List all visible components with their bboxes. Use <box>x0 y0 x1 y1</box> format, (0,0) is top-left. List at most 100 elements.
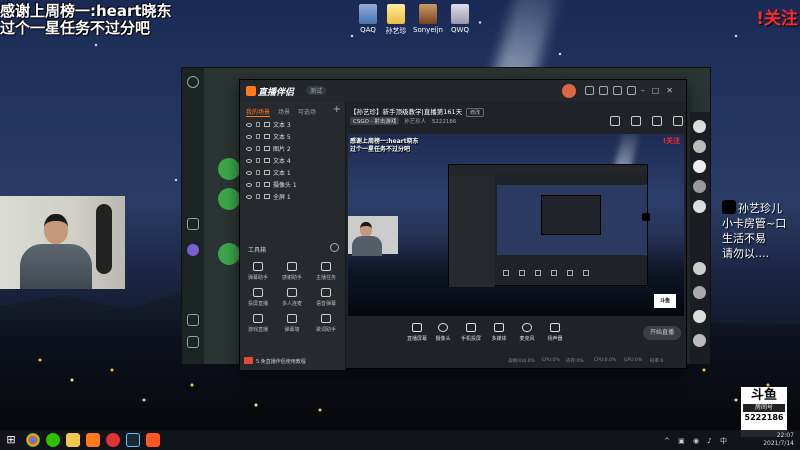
netease-icon[interactable] <box>106 433 120 447</box>
settings-icon[interactable] <box>673 116 683 126</box>
add-source-button[interactable]: + <box>333 104 341 115</box>
window-controls[interactable]: –□✕ <box>641 86 680 95</box>
scene-tabs: 我的场景 场景 可选场 <box>240 102 345 118</box>
lock-icon[interactable] <box>256 194 260 199</box>
wifi-icon[interactable] <box>187 218 199 230</box>
eye-icon[interactable] <box>246 147 252 151</box>
tool-host-task[interactable]: 主播任务 <box>310 262 342 281</box>
tab-optional[interactable]: 可选场 <box>298 107 316 116</box>
folder-icon[interactable] <box>66 433 80 447</box>
source-item[interactable]: 文本 5 <box>240 132 345 144</box>
tool-lyrics[interactable]: 歌词助手 <box>310 314 342 333</box>
lock-icon[interactable] <box>256 170 260 175</box>
video-icon <box>244 357 253 364</box>
chrome-icon[interactable] <box>26 433 40 447</box>
source-item[interactable]: 图片 2 <box>240 144 345 156</box>
lock-icon[interactable] <box>256 158 260 163</box>
wechat-icon[interactable] <box>46 433 60 447</box>
menu-icon[interactable] <box>627 86 636 95</box>
edit-title-button[interactable]: 修改 <box>466 108 485 117</box>
phone-cast-button[interactable]: 手机投屏 <box>456 323 486 342</box>
avatar[interactable] <box>693 262 706 275</box>
stat-cpu: CPU:0% <box>542 358 560 363</box>
tool-danmu-assistant[interactable]: 弹幕助手 <box>242 262 274 281</box>
green-action-button[interactable] <box>218 158 240 180</box>
eye-icon[interactable] <box>246 159 252 163</box>
gift-icon[interactable] <box>585 86 594 95</box>
tool-thanks-assistant[interactable]: 感谢助手 <box>276 262 308 281</box>
tool-danmu-wall[interactable]: 弹幕墙 <box>276 314 308 333</box>
source-item[interactable]: 文本 1 <box>240 168 345 180</box>
thanks-icon <box>287 262 297 271</box>
desktop-icon-recycle-bin[interactable]: QWQ <box>442 4 478 34</box>
green-action-button[interactable] <box>218 188 240 210</box>
avatar[interactable] <box>693 140 706 153</box>
avatar[interactable] <box>693 310 706 323</box>
eye-icon[interactable] <box>246 195 252 199</box>
source-toolbar: 直播屏幕 摄像头 手机投屏 多媒体 麦克风 扬声器 开始直播 <box>348 318 687 352</box>
tutorial-link[interactable]: 5.免直播伴侣使用教程 <box>244 357 306 365</box>
avatar[interactable] <box>693 160 706 173</box>
desktop-icon-sonyeijn[interactable]: Sonyeijn <box>410 4 446 34</box>
avatar[interactable] <box>693 200 706 213</box>
speaker-button[interactable]: 扬声器 <box>540 323 570 342</box>
eye-icon[interactable] <box>246 123 252 127</box>
image-icon <box>264 146 270 151</box>
search-icon[interactable] <box>187 314 199 326</box>
start-live-button[interactable]: 开始直播 <box>643 326 681 340</box>
version-tag: 测试 <box>306 86 327 95</box>
clock[interactable]: 22:07 2021/7/14 <box>763 432 794 448</box>
microphone-button[interactable]: 麦克风 <box>512 323 542 342</box>
category-chip[interactable]: CSGO - 射击游戏 <box>350 117 400 125</box>
preview-webcam <box>348 216 398 256</box>
steam-icon[interactable] <box>126 433 140 447</box>
avatar[interactable] <box>693 286 706 299</box>
message-icon[interactable] <box>599 86 608 95</box>
eye-icon[interactable] <box>246 183 252 187</box>
lock-icon[interactable] <box>256 146 260 151</box>
user-avatar[interactable] <box>562 84 576 98</box>
lock-icon[interactable] <box>256 134 260 139</box>
shop-icon[interactable] <box>609 116 620 126</box>
stat-memory: 内存:0% <box>566 359 584 364</box>
source-item[interactable]: 文本 3 <box>240 120 345 132</box>
camera-icon <box>438 323 448 332</box>
avatar[interactable] <box>693 120 706 133</box>
eye-icon[interactable] <box>246 135 252 139</box>
tab-scene[interactable]: 场景 <box>278 107 290 116</box>
windows-icon[interactable]: ⊞ <box>4 433 18 447</box>
tool-voice-danmu[interactable]: 语音弹幕 <box>310 288 342 307</box>
tab-my-scene[interactable]: 我的场景 <box>246 107 271 117</box>
tool-multi-mic[interactable]: 多人连麦 <box>276 288 308 307</box>
avatar[interactable] <box>693 334 706 347</box>
source-item[interactable]: 摄像头 1 <box>240 180 345 192</box>
source-item[interactable]: 全屏 1 <box>240 192 345 204</box>
desktop-icon-folder[interactable]: 孙艺珍 <box>378 4 414 36</box>
douyu-icon[interactable] <box>86 433 100 447</box>
lock-icon[interactable] <box>256 182 260 187</box>
tool-cast[interactable]: 投屏直播 <box>242 288 274 307</box>
avatar[interactable] <box>693 180 706 193</box>
profile-icon[interactable] <box>187 244 199 256</box>
voice-icon <box>321 288 331 297</box>
multimedia-button[interactable]: 多媒体 <box>484 323 514 342</box>
live-companion-icon[interactable] <box>146 433 160 447</box>
preview-follow-text: !关注 <box>662 137 680 145</box>
green-action-button[interactable] <box>218 243 240 265</box>
room-actions <box>604 111 683 130</box>
lock-icon[interactable] <box>256 122 260 127</box>
toolbox-more-icon[interactable] <box>330 243 339 252</box>
bell-icon[interactable] <box>630 116 641 126</box>
lock-icon[interactable] <box>613 86 622 95</box>
system-tray[interactable]: ^ ▣ ◉ ♪ 中 <box>664 436 730 446</box>
stat-bitrate: 码率:0 <box>650 359 664 364</box>
share-icon[interactable] <box>651 116 662 126</box>
room-title: 【孙艺珍】新手顶级教学|直播第161天 修改 <box>350 106 485 117</box>
add-camera-button[interactable]: 摄像头 <box>428 323 458 342</box>
settings-icon[interactable] <box>187 336 199 348</box>
source-item[interactable]: 文本 4 <box>240 156 345 168</box>
tool-game-live[interactable]: 游戏直播 <box>242 314 274 333</box>
eye-icon[interactable] <box>246 171 252 175</box>
stat-dropped-frames: 丢帧(0)0.0% <box>508 359 535 364</box>
side-overlay: 孙艺珍儿 小卡房管~口 生活不易 请勿以.... <box>722 200 787 260</box>
